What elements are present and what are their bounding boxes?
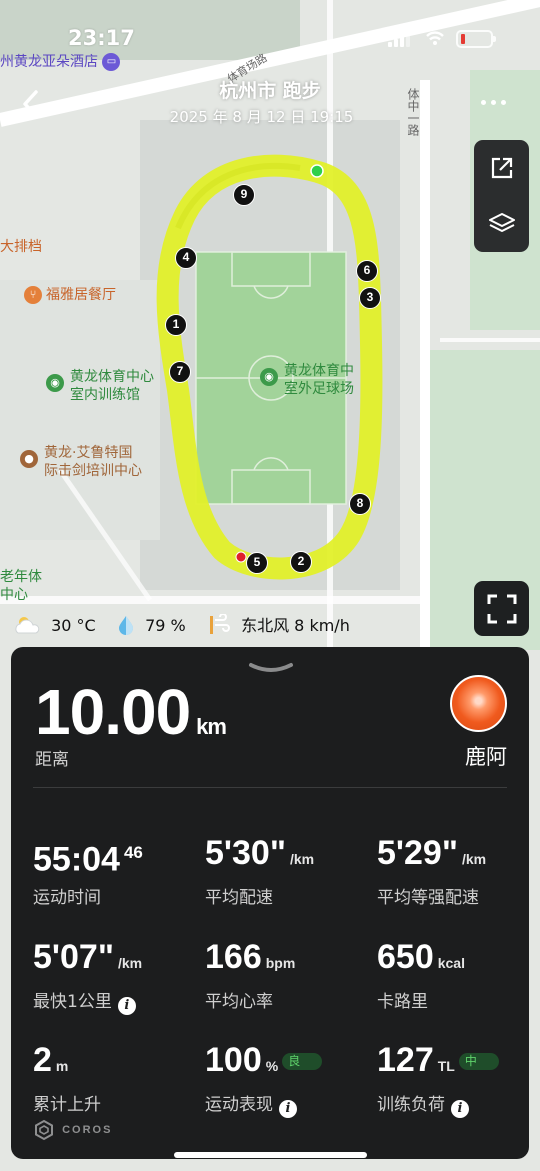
poi-outdoor-football-field[interactable]: ◉ 黄龙体育中 室外足球场 <box>260 362 354 398</box>
divider <box>33 787 507 788</box>
stat-avg-grade-pace: 5'29"/km 平均等强配速 <box>377 834 487 908</box>
map-layers-button[interactable] <box>474 196 529 252</box>
battery-icon <box>456 30 496 48</box>
football-icon: ◉ <box>260 368 278 386</box>
info-icon[interactable]: i <box>117 997 136 1015</box>
layers-icon <box>488 213 515 232</box>
status-time: 23:17 <box>68 26 135 50</box>
place-icon: ● <box>20 450 38 468</box>
lap-marker-1[interactable]: 1 <box>165 314 187 336</box>
stat-avg-heart-rate: 166 bpm 平均心率 <box>205 938 296 1012</box>
lap-marker-3[interactable]: 3 <box>359 287 381 309</box>
weather-temperature: 30 °C <box>12 614 96 638</box>
lap-marker-9[interactable]: 9 <box>233 184 255 206</box>
home-indicator[interactable] <box>174 1152 367 1158</box>
status-bar: 23:17 <box>0 24 540 54</box>
poi-dapaidang[interactable]: 大排档 <box>0 238 42 256</box>
stat-training-load: 127 TL 中 训练负荷 i <box>377 1040 499 1118</box>
username[interactable]: 鹿阿 <box>465 741 507 771</box>
activity-summary-panel: 10.00 km 距离 鹿阿 55:04 46 运动时间 5'30"/km 平均配速… <box>11 647 529 1159</box>
humidity-icon <box>119 616 133 635</box>
page-title: 杭州市 跑步 <box>219 80 321 102</box>
stat-avg-pace: 5'30"/km 平均配速 <box>205 834 315 908</box>
collapse-handle-icon[interactable] <box>247 661 295 677</box>
poi-fencing-center[interactable]: ● 黄龙·艾鲁特国 际击剑培训中心 <box>20 444 142 480</box>
lap-marker-4[interactable]: 4 <box>175 247 197 269</box>
map-tools <box>474 140 529 252</box>
stat-duration: 55:04 46 运动时间 <box>33 840 143 909</box>
poi-restaurant[interactable]: ⑂ 福雅居餐厅 <box>24 286 116 304</box>
stat-performance: 100% 良 运动表现 i <box>205 1040 323 1118</box>
weather-wind: 东北风 8 km/h <box>208 613 350 638</box>
status-badge: 良 <box>282 1053 323 1070</box>
partly-cloudy-icon <box>15 617 40 634</box>
weather-humidity: 79 % <box>116 614 186 638</box>
fullscreen-button[interactable] <box>474 581 529 636</box>
activity-datetime: 2025 年 8 月 12 日 19:15 <box>169 108 354 126</box>
signal-icon <box>388 33 410 47</box>
hotel-icon: ▭ <box>102 53 121 71</box>
distance-label: 距离 <box>35 750 69 770</box>
status-badge: 中 <box>458 1053 499 1070</box>
avatar[interactable] <box>450 675 507 732</box>
info-icon[interactable]: i <box>451 1100 469 1118</box>
stat-ascent: 2m 累计上升 <box>33 1041 101 1115</box>
sports-icon: ◉ <box>46 374 64 392</box>
info-icon[interactable]: i <box>279 1100 297 1118</box>
wifi-icon <box>426 31 444 45</box>
share-icon <box>491 157 512 179</box>
lap-marker-7[interactable]: 7 <box>169 361 191 383</box>
lap-marker-8[interactable]: 8 <box>349 493 371 515</box>
lap-marker-5[interactable]: 5 <box>246 552 268 574</box>
restaurant-icon: ⑂ <box>24 286 42 304</box>
coros-logo: COROS <box>33 1119 112 1141</box>
fullscreen-icon <box>487 594 516 623</box>
more-options-icon[interactable] <box>481 100 507 108</box>
lap-marker-2[interactable]: 2 <box>290 551 312 573</box>
poi-hotel[interactable]: 州黄龙亚朵酒店 ▭ <box>0 53 121 71</box>
share-button[interactable] <box>474 140 529 196</box>
stat-calories: 650 kcal 卡路里 <box>377 938 465 1012</box>
poi-elderly-center[interactable]: 老年体 中心 <box>0 568 42 604</box>
lap-marker-6[interactable]: 6 <box>356 260 378 282</box>
poi-indoor-training-hall[interactable]: ◉ 黄龙体育中心 室内训练馆 <box>46 368 154 404</box>
stat-fastest-km: 5'07"/km 最快1公里 i <box>33 938 143 1015</box>
coros-logo-icon <box>35 1119 53 1141</box>
wind-icon <box>210 613 230 634</box>
